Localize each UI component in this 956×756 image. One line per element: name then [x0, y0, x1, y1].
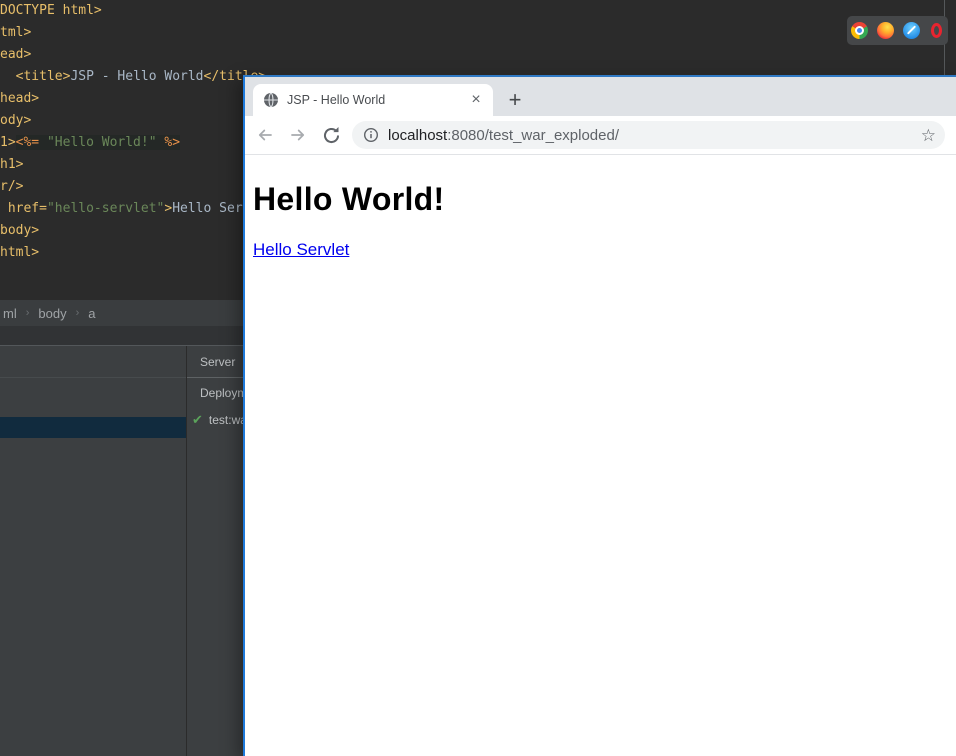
code-segment: 1> — [0, 135, 16, 150]
browser-window: JSP - Hello World × + localhost:8080/tes… — [243, 75, 956, 756]
check-icon: ✔ — [192, 412, 203, 427]
code-segment: h1> — [0, 157, 24, 172]
browser-tab[interactable]: JSP - Hello World × — [253, 84, 493, 116]
code-segment: %> — [164, 135, 181, 150]
code-segment: ody> — [0, 113, 32, 128]
code-segment: <%= — [15, 135, 40, 150]
safari-icon[interactable] — [903, 22, 920, 39]
code-segment: JSP - Hello World — [70, 69, 204, 84]
code-segment: <title> — [15, 69, 71, 84]
chevron-right-icon: › — [75, 307, 80, 319]
screen: DOCTYPE html> tml> ead> <title>JSP - Hello… — [0, 0, 956, 756]
bookmark-star-icon[interactable]: ☆ — [921, 127, 936, 144]
open-in-browser-toolbar — [847, 16, 948, 45]
breadcrumb-item-body[interactable]: body — [38, 306, 66, 321]
url-path: :8080/test_war_exploded/ — [447, 126, 619, 144]
code-segment: Hello Ser — [172, 201, 243, 216]
code-segment: href= — [7, 201, 47, 216]
refresh-icon — [323, 126, 339, 143]
url-host: localhost — [388, 126, 448, 144]
url-text[interactable]: localhost:8080/test_war_exploded/ — [388, 127, 619, 144]
page-heading: Hello World! — [253, 181, 445, 217]
code-segment: "hello-servlet" — [46, 201, 165, 216]
breadcrumb-item-ml[interactable]: ml — [3, 306, 17, 321]
tab-strip: JSP - Hello World × + — [245, 77, 956, 116]
code-segment: "Hello World!" — [39, 135, 165, 150]
code-line: ead> — [0, 44, 956, 66]
web-page: Hello World! Hello Servlet — [245, 155, 956, 756]
code-line: DOCTYPE html> — [0, 0, 956, 22]
deployment-header-label: Deploym — [200, 386, 248, 400]
code-line: tml> — [0, 22, 956, 44]
run-tree-pane[interactable] — [0, 346, 186, 756]
firefox-icon[interactable] — [877, 22, 894, 39]
code-segment: tml> — [0, 25, 32, 40]
tree-row-divider — [0, 377, 186, 378]
code-segment: ead> — [0, 47, 32, 62]
hello-servlet-link[interactable]: Hello Servlet — [253, 240, 349, 259]
opera-icon[interactable] — [931, 23, 942, 38]
breadcrumb-item-a[interactable]: a — [88, 306, 95, 321]
back-arrow-icon — [258, 129, 272, 141]
page-link-row: Hello Servlet — [253, 240, 956, 260]
deployment-item-label: test:wa — [208, 413, 247, 427]
forward-button[interactable] — [286, 123, 310, 147]
chevron-right-icon: › — [25, 307, 30, 319]
tab-title: JSP - Hello World — [287, 93, 386, 107]
browser-toolbar: localhost:8080/test_war_exploded/ ☆ — [245, 116, 956, 155]
address-bar[interactable]: localhost:8080/test_war_exploded/ ☆ — [352, 121, 945, 149]
code-segment: r/> — [0, 179, 24, 194]
tab-close-icon[interactable]: × — [467, 91, 485, 109]
refresh-button[interactable] — [319, 123, 343, 147]
new-tab-button[interactable]: + — [502, 87, 528, 113]
code-segment: head> — [0, 91, 40, 106]
back-button[interactable] — [253, 123, 277, 147]
code-segment: body> — [0, 223, 40, 238]
tree-selected-row[interactable] — [0, 417, 186, 438]
code-segment: DOCTYPE html> — [0, 3, 102, 18]
globe-favicon-icon — [264, 92, 278, 108]
forward-arrow-icon — [291, 129, 305, 141]
chrome-icon[interactable] — [851, 22, 868, 39]
server-tab-label: Server — [200, 354, 236, 369]
code-segment: html> — [0, 245, 40, 260]
page-info-icon[interactable] — [363, 127, 379, 143]
